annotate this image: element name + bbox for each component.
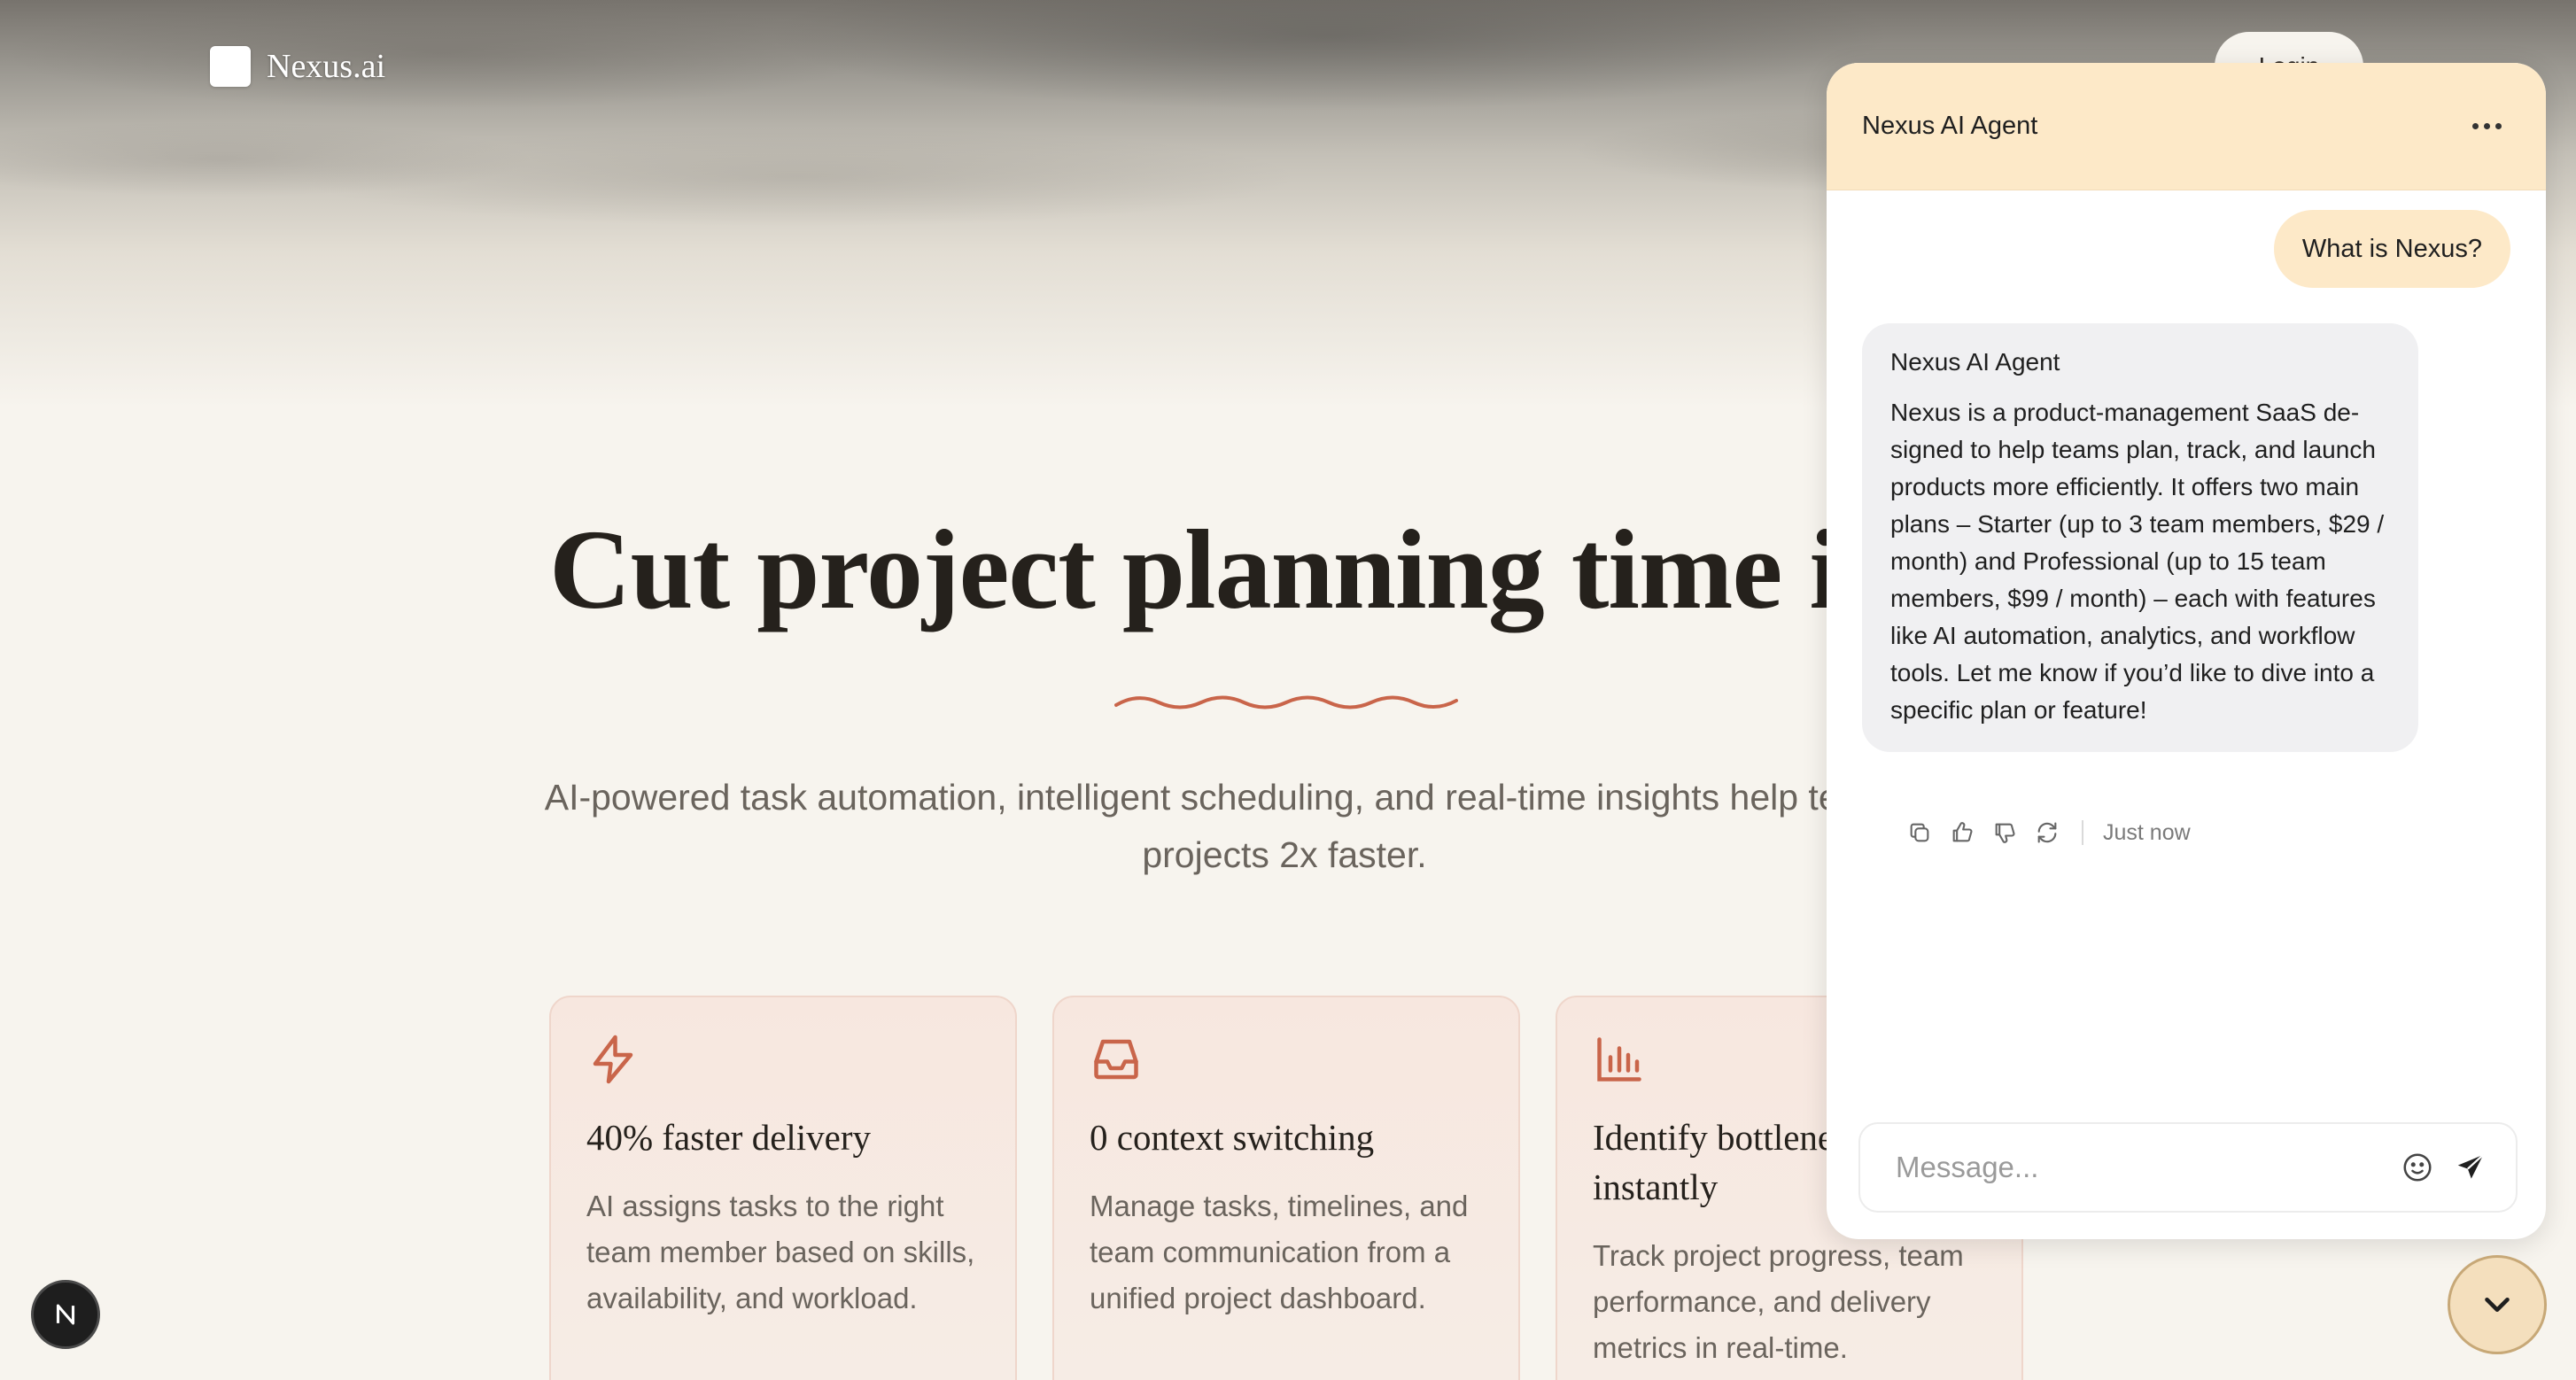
chat-panel: Nexus AI Agent What is Nexus? Nexus AI A… xyxy=(1827,63,2546,1239)
copy-icon[interactable] xyxy=(1905,818,1935,848)
n-logo-icon xyxy=(56,1304,75,1325)
message-composer xyxy=(1858,1122,2518,1213)
feature-body: Manage tasks, timelines, and team commun… xyxy=(1090,1190,1469,1314)
agent-message-bubble: Nexus AI Agent Nexus is a product-manage… xyxy=(1862,323,2418,752)
feature-body: AI assigns tasks to the right team membe… xyxy=(586,1190,975,1314)
lightning-icon xyxy=(586,1033,640,1086)
message-actions: Just now xyxy=(1905,818,2191,848)
logo-mark-icon xyxy=(210,46,251,87)
user-message-bubble: What is Nexus? xyxy=(2273,210,2510,288)
message-input[interactable] xyxy=(1896,1151,2385,1184)
brand-logo[interactable]: Nexus.ai xyxy=(210,46,385,87)
brand-name: Nexus.ai xyxy=(267,48,386,85)
inbox-icon xyxy=(1090,1033,1143,1086)
thumbs-down-icon[interactable] xyxy=(1990,818,2020,848)
n-badge-button[interactable] xyxy=(31,1280,100,1349)
divider xyxy=(2082,820,2083,845)
agent-name: Nexus AI Agent xyxy=(1890,348,2060,376)
send-icon[interactable] xyxy=(2450,1147,2491,1188)
more-options-icon[interactable] xyxy=(2463,114,2510,138)
chat-toggle-button[interactable] xyxy=(2448,1255,2547,1354)
squiggle-underline-icon xyxy=(1114,695,1458,709)
feature-card-context: 0 context switching Manage tasks, timeli… xyxy=(1052,996,1520,1380)
bar-chart-icon xyxy=(1593,1033,1646,1086)
feature-title: 0 context switching xyxy=(1090,1117,1375,1158)
message-timestamp: Just now xyxy=(2103,819,2191,845)
feature-title: 40% faster delivery xyxy=(586,1117,872,1158)
regenerate-icon[interactable] xyxy=(2032,818,2062,848)
chat-title: Nexus AI Agent xyxy=(1862,112,2038,140)
chevron-down-icon xyxy=(2485,1297,2510,1313)
emoji-icon[interactable] xyxy=(2397,1147,2438,1188)
chat-header: Nexus AI Agent xyxy=(1827,63,2546,190)
thumbs-up-icon[interactable] xyxy=(1947,818,1977,848)
feature-body: Track project progress, team performance… xyxy=(1593,1239,1964,1364)
feature-card-delivery: 40% faster delivery AI assigns tasks to … xyxy=(549,996,1017,1380)
agent-message-text: Nexus is a product-management SaaS de-si… xyxy=(1890,399,2385,724)
